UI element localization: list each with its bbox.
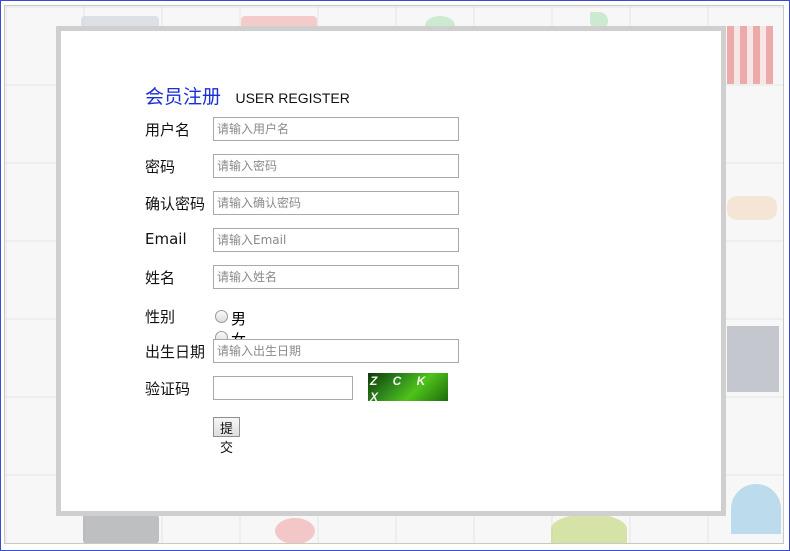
- gender-male-label: 男: [231, 310, 247, 328]
- captcha-image[interactable]: Z C K X: [368, 373, 448, 404]
- bg-tile-kiwi: [551, 514, 627, 543]
- email-label: Email: [145, 230, 187, 248]
- form-title: 会员注册 USER REGISTER: [145, 82, 350, 109]
- radio-male[interactable]: [215, 310, 228, 323]
- captcha-input[interactable]: [213, 376, 353, 400]
- password-label: 密码: [145, 158, 176, 176]
- bg-tile-umbrella: [731, 484, 781, 534]
- gender-option-male[interactable]: 男: [215, 308, 246, 329]
- submit-button[interactable]: 提交: [213, 417, 241, 456]
- bg-tile-camera: [83, 514, 159, 543]
- name-input[interactable]: [213, 265, 459, 289]
- captcha-label: 验证码: [145, 380, 191, 398]
- bg-tile-gray: [727, 326, 779, 392]
- name-label: 姓名: [145, 269, 176, 287]
- password-input[interactable]: [213, 154, 459, 178]
- birthday-label: 出生日期: [145, 343, 206, 361]
- title-cn: 会员注册: [145, 86, 222, 108]
- title-en: USER REGISTER: [235, 90, 350, 106]
- bg-tile-popcorn: [727, 26, 773, 84]
- bg-tile-pink: [275, 518, 315, 543]
- birthday-input[interactable]: [213, 339, 459, 363]
- username-input[interactable]: [213, 117, 459, 141]
- email-input[interactable]: [213, 228, 459, 252]
- username-label: 用户名: [145, 121, 191, 139]
- confirm-password-input[interactable]: [213, 191, 459, 215]
- confirm-password-label: 确认密码: [145, 195, 206, 213]
- bg-tile-eggs: [727, 196, 777, 220]
- gender-label: 性别: [145, 308, 176, 326]
